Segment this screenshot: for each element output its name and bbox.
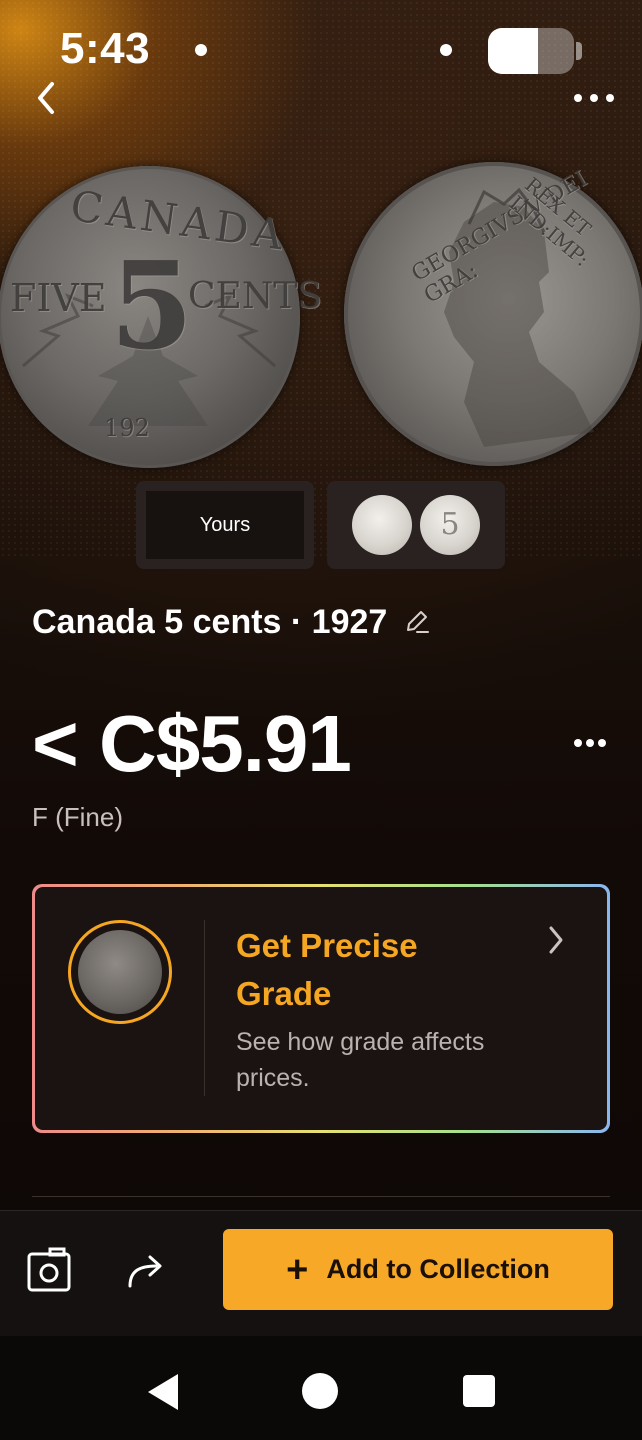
price-more-button[interactable] bbox=[570, 728, 610, 758]
coin-reverse-cents: CENTS bbox=[188, 276, 322, 317]
back-button[interactable] bbox=[30, 76, 64, 120]
camera-button[interactable] bbox=[26, 1246, 72, 1294]
more-horizontal-icon bbox=[574, 739, 582, 747]
coin-title: Canada 5 cents · 1927 bbox=[32, 602, 388, 641]
card-divider bbox=[204, 920, 205, 1096]
yours-label: Yours bbox=[199, 513, 251, 536]
reference-reverse-thumbnail: 5 bbox=[420, 495, 480, 555]
chevron-left-icon bbox=[38, 82, 54, 114]
yours-photo-tab[interactable]: Yours bbox=[136, 481, 314, 569]
reference-obverse-thumbnail bbox=[352, 495, 412, 555]
chevron-right-icon bbox=[546, 922, 566, 967]
precise-grade-description: See how grade affects prices. bbox=[236, 1028, 485, 1092]
share-button[interactable] bbox=[124, 1248, 170, 1294]
grade-coin-thumbnail bbox=[78, 930, 162, 1014]
share-icon bbox=[128, 1255, 162, 1288]
signal-dot-icon bbox=[440, 44, 452, 56]
more-options-button[interactable] bbox=[568, 78, 620, 118]
section-divider bbox=[32, 1196, 610, 1197]
coin-obverse-image[interactable]: GEORGIVS V DEI GRA: REX ET IND:IMP: bbox=[344, 162, 642, 466]
more-horizontal-icon bbox=[574, 94, 582, 102]
price-value: < C$5.91 bbox=[32, 699, 352, 788]
status-time: 5:43 bbox=[60, 24, 151, 73]
nav-recents-icon[interactable] bbox=[463, 1375, 495, 1407]
status-bar: 5:43 bbox=[0, 0, 642, 100]
battery-icon bbox=[488, 28, 582, 74]
plus-icon: + bbox=[286, 1248, 309, 1291]
nav-back-icon[interactable] bbox=[146, 1372, 182, 1412]
reference-photo-tab[interactable]: 5 bbox=[327, 481, 505, 569]
add-to-collection-button[interactable]: + Add to Collection bbox=[223, 1229, 613, 1310]
notification-dot-icon bbox=[195, 44, 207, 56]
coin-reverse-denomination: 5 bbox=[110, 236, 194, 377]
add-to-collection-label: Add to Collection bbox=[326, 1254, 550, 1284]
pencil-icon[interactable] bbox=[403, 608, 431, 636]
camera-icon bbox=[27, 1247, 71, 1292]
coin-title-row: Canada 5 cents · 1927 bbox=[32, 600, 431, 644]
coin-reverse-five: FIVE bbox=[10, 276, 107, 320]
coin-reverse-image[interactable]: CANADA FIVE 5 CENTS 192 bbox=[0, 166, 322, 468]
precise-grade-title: Get Precise Grade bbox=[236, 927, 418, 1012]
coin-reverse-year: 192 bbox=[104, 414, 150, 442]
grade-label: F (Fine) bbox=[32, 802, 123, 832]
nav-home-icon[interactable] bbox=[302, 1373, 338, 1409]
